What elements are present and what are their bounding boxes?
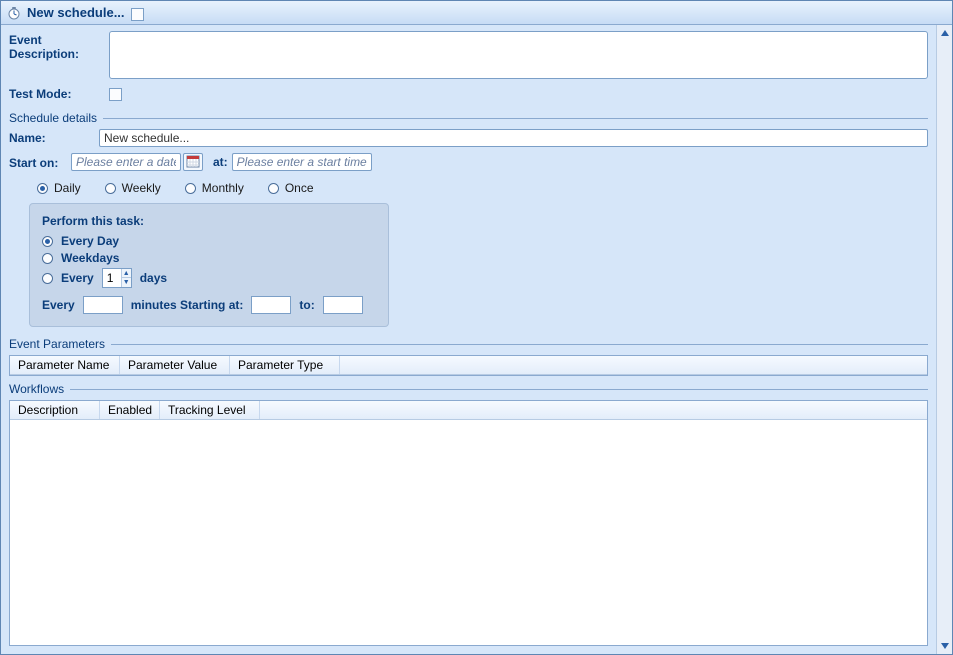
schedule-details-header-text: Schedule details: [9, 111, 97, 125]
event-parameters-table: Parameter Name Parameter Value Parameter…: [9, 355, 928, 376]
minutes-row: Every minutes Starting at: to:: [42, 296, 376, 314]
col-parameter-name[interactable]: Parameter Name: [10, 356, 120, 374]
frequency-radio-group: Daily Weekly Monthly Once: [9, 177, 928, 203]
minutes-start-input[interactable]: [251, 296, 291, 314]
titlebar: New schedule...: [1, 1, 952, 25]
calendar-button[interactable]: [183, 153, 203, 171]
frequency-once-label: Once: [285, 181, 314, 195]
scroll-up-icon[interactable]: [938, 26, 951, 40]
col-parameter-value[interactable]: Parameter Value: [120, 356, 230, 374]
frequency-weekly-radio[interactable]: Weekly: [105, 181, 161, 195]
radio-dot-icon: [185, 183, 196, 194]
workflows-table: Description Enabled Tracking Level: [9, 400, 928, 420]
minutes-starting-label: minutes Starting at:: [131, 298, 244, 312]
task-every-prefix: Every: [61, 271, 94, 285]
calendar-icon: [186, 154, 200, 171]
event-parameters-thead: Parameter Name Parameter Value Parameter…: [10, 356, 927, 375]
task-every-day-label: Every Day: [61, 234, 119, 248]
radio-dot-icon: [268, 183, 279, 194]
window: New schedule... Event Description: Test …: [0, 0, 953, 655]
minutes-every-label: Every: [42, 298, 75, 312]
frequency-monthly-radio[interactable]: Monthly: [185, 181, 244, 195]
name-row: Name:: [9, 129, 928, 147]
col-spacer: [260, 401, 927, 419]
start-time-input[interactable]: [232, 153, 372, 171]
workflows-header: Workflows: [9, 382, 928, 396]
start-on-label: Start on:: [9, 154, 71, 170]
schedule-details-header: Schedule details: [9, 111, 928, 125]
frequency-daily-radio[interactable]: Daily: [37, 181, 81, 195]
task-every-day-option: Every Day: [42, 234, 376, 248]
event-description-row: Event Description:: [9, 31, 928, 79]
event-description-label: Event Description:: [9, 31, 109, 61]
vertical-scrollbar[interactable]: [936, 25, 952, 654]
radio-dot-icon: [105, 183, 116, 194]
test-mode-label: Test Mode:: [9, 85, 109, 101]
test-mode-row: Test Mode:: [9, 85, 928, 101]
col-description[interactable]: Description: [10, 401, 100, 419]
radio-dot-icon: [42, 273, 53, 284]
divider: [111, 344, 928, 345]
col-tracking-level[interactable]: Tracking Level: [160, 401, 260, 419]
minutes-to-input[interactable]: [323, 296, 363, 314]
name-label: Name:: [9, 129, 99, 145]
task-every-n-option: Every ▲ ▼ days: [42, 268, 376, 288]
spinner-down-icon[interactable]: ▼: [121, 278, 131, 287]
minutes-to-label: to:: [299, 298, 314, 312]
task-weekdays-label: Weekdays: [61, 251, 119, 265]
radio-dot-icon: [42, 253, 53, 264]
frequency-monthly-label: Monthly: [202, 181, 244, 195]
workflows-thead: Description Enabled Tracking Level: [10, 401, 927, 420]
frequency-once-radio[interactable]: Once: [268, 181, 314, 195]
timer-icon: [7, 6, 21, 20]
frequency-weekly-label: Weekly: [122, 181, 161, 195]
divider: [70, 389, 928, 390]
content: Event Description: Test Mode: Schedule d…: [1, 25, 936, 654]
divider: [103, 118, 928, 119]
every-n-spinner[interactable]: ▲ ▼: [102, 268, 132, 288]
window-title: New schedule...: [27, 5, 125, 20]
at-label: at:: [209, 155, 232, 169]
workflows-header-text: Workflows: [9, 382, 64, 396]
perform-task-panel: Perform this task: Every Day Weekdays: [29, 203, 389, 327]
minutes-input[interactable]: [83, 296, 123, 314]
task-weekdays-option: Weekdays: [42, 251, 376, 265]
col-parameter-type[interactable]: Parameter Type: [230, 356, 340, 374]
perform-task-header: Perform this task:: [42, 214, 376, 228]
radio-dot-icon: [42, 236, 53, 247]
frequency-daily-label: Daily: [54, 181, 81, 195]
task-weekdays-radio[interactable]: [42, 253, 53, 264]
col-spacer: [340, 356, 927, 374]
radio-dot-icon: [37, 183, 48, 194]
task-every-day-radio[interactable]: [42, 236, 53, 247]
scroll-down-icon[interactable]: [938, 639, 951, 653]
test-mode-checkbox[interactable]: [109, 88, 122, 101]
title-checkbox[interactable]: [131, 8, 144, 21]
event-parameters-header: Event Parameters: [9, 337, 928, 351]
event-parameters-header-text: Event Parameters: [9, 337, 105, 351]
task-every-suffix: days: [140, 271, 167, 285]
client-area: Event Description: Test Mode: Schedule d…: [1, 25, 952, 654]
start-on-row: Start on: at: [9, 153, 928, 171]
col-enabled[interactable]: Enabled: [100, 401, 160, 419]
workflows-body: [9, 420, 928, 646]
name-input[interactable]: [99, 129, 928, 147]
spinner-up-icon[interactable]: ▲: [121, 269, 131, 278]
event-description-input[interactable]: [109, 31, 928, 79]
task-every-n-radio[interactable]: [42, 273, 53, 284]
start-date-input[interactable]: [71, 153, 181, 171]
